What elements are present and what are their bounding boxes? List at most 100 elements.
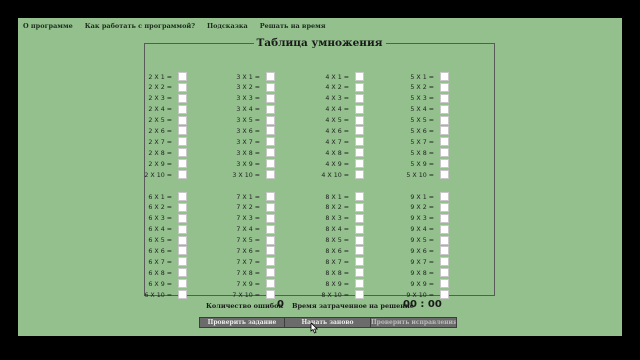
answer-input[interactable] xyxy=(440,268,449,278)
answer-input[interactable] xyxy=(355,115,364,125)
menu-item-about[interactable]: О программе xyxy=(23,22,73,30)
menu-item-how-to[interactable]: Как работать с программой? xyxy=(85,22,195,30)
answer-input[interactable] xyxy=(440,213,449,223)
answer-input[interactable] xyxy=(355,159,364,169)
answer-input[interactable] xyxy=(178,257,187,267)
check-corrections-button[interactable]: Проверить исправления xyxy=(371,317,457,328)
answer-input[interactable] xyxy=(178,213,187,223)
answer-input[interactable] xyxy=(440,257,449,267)
answer-input[interactable] xyxy=(266,82,275,92)
answer-input[interactable] xyxy=(266,290,275,300)
table-row: 7 X 5 = xyxy=(225,235,275,247)
answer-input[interactable] xyxy=(355,126,364,136)
answer-input[interactable] xyxy=(266,148,275,158)
answer-input[interactable] xyxy=(178,93,187,103)
answer-input[interactable] xyxy=(266,115,275,125)
answer-input[interactable] xyxy=(355,268,364,278)
answer-input[interactable] xyxy=(178,148,187,158)
answer-input[interactable] xyxy=(178,170,187,180)
answer-input[interactable] xyxy=(178,224,187,234)
answer-input[interactable] xyxy=(355,290,364,300)
answer-input[interactable] xyxy=(440,93,449,103)
answer-input[interactable] xyxy=(355,93,364,103)
answer-input[interactable] xyxy=(178,290,187,300)
table-row: 8 X 9 = xyxy=(314,279,364,290)
answer-input[interactable] xyxy=(440,126,449,136)
answer-input[interactable] xyxy=(440,170,449,180)
answer-input[interactable] xyxy=(355,104,364,114)
expression-label: 3 X 4 = xyxy=(236,106,260,114)
answer-input[interactable] xyxy=(440,202,449,212)
table-row: 9 X 5 = xyxy=(399,235,449,247)
answer-input[interactable] xyxy=(178,159,187,169)
answer-input[interactable] xyxy=(266,159,275,169)
answer-input[interactable] xyxy=(355,257,364,267)
answer-input[interactable] xyxy=(440,104,449,114)
answer-input[interactable] xyxy=(355,235,364,245)
answer-input[interactable] xyxy=(440,82,449,92)
answer-input[interactable] xyxy=(355,72,364,81)
answer-input[interactable] xyxy=(266,213,275,223)
menu-item-timed[interactable]: Решать на время xyxy=(260,22,326,30)
answer-input[interactable] xyxy=(266,104,275,114)
expression-label: 3 X 10 = xyxy=(232,171,260,179)
answer-input[interactable] xyxy=(440,148,449,158)
answer-input[interactable] xyxy=(266,93,275,103)
answer-input[interactable] xyxy=(440,115,449,125)
table-row: 5 X 3 = xyxy=(399,93,449,105)
answer-input[interactable] xyxy=(178,104,187,114)
answer-input[interactable] xyxy=(178,137,187,147)
restart-button[interactable]: Начать заново xyxy=(285,317,371,328)
answer-input[interactable] xyxy=(440,72,449,81)
answer-input[interactable] xyxy=(440,224,449,234)
check-task-button[interactable]: Проверить задание xyxy=(199,317,285,328)
answer-input[interactable] xyxy=(178,235,187,245)
answer-input[interactable] xyxy=(178,82,187,92)
answer-input[interactable] xyxy=(266,170,275,180)
answer-input[interactable] xyxy=(355,82,364,92)
expression-label: 3 X 3 = xyxy=(236,95,260,103)
answer-input[interactable] xyxy=(355,202,364,212)
answer-input[interactable] xyxy=(266,192,275,201)
answer-input[interactable] xyxy=(355,213,364,223)
answer-input[interactable] xyxy=(266,246,275,256)
answer-input[interactable] xyxy=(178,202,187,212)
answer-input[interactable] xyxy=(355,137,364,147)
answer-input[interactable] xyxy=(355,224,364,234)
answer-input[interactable] xyxy=(178,192,187,201)
answer-input[interactable] xyxy=(440,192,449,201)
answer-input[interactable] xyxy=(266,257,275,267)
answer-input[interactable] xyxy=(355,279,364,289)
answer-input[interactable] xyxy=(355,246,364,256)
answer-input[interactable] xyxy=(355,192,364,201)
answer-input[interactable] xyxy=(266,202,275,212)
table-row: 7 X 7 = xyxy=(225,257,275,268)
answer-input[interactable] xyxy=(440,235,449,245)
answer-input[interactable] xyxy=(266,224,275,234)
expression-label: 9 X 4 = xyxy=(410,226,434,234)
answer-input[interactable] xyxy=(178,126,187,136)
answer-input[interactable] xyxy=(178,268,187,278)
answer-input[interactable] xyxy=(440,290,449,300)
answer-input[interactable] xyxy=(440,137,449,147)
table-row: 2 X 8 = xyxy=(137,148,187,159)
answer-input[interactable] xyxy=(440,279,449,289)
table-row: 4 X 1 = xyxy=(314,72,364,83)
table-block-6: 6 X 1 = 6 X 2 = 6 X 3 = 6 X 4 = 6 X 5 = 6 X 6… xyxy=(137,192,187,301)
answer-input[interactable] xyxy=(355,148,364,158)
answer-input[interactable] xyxy=(266,279,275,289)
answer-input[interactable] xyxy=(178,246,187,256)
answer-input[interactable] xyxy=(266,72,275,81)
answer-input[interactable] xyxy=(266,137,275,147)
answer-input[interactable] xyxy=(266,126,275,136)
answer-input[interactable] xyxy=(266,268,275,278)
answer-input[interactable] xyxy=(440,246,449,256)
answer-input[interactable] xyxy=(440,159,449,169)
answer-input[interactable] xyxy=(266,235,275,245)
table-row: 3 X 5 = xyxy=(225,115,275,127)
answer-input[interactable] xyxy=(178,279,187,289)
answer-input[interactable] xyxy=(355,170,364,180)
menu-item-hint[interactable]: Подсказка xyxy=(207,22,248,30)
answer-input[interactable] xyxy=(178,115,187,125)
answer-input[interactable] xyxy=(178,72,187,81)
